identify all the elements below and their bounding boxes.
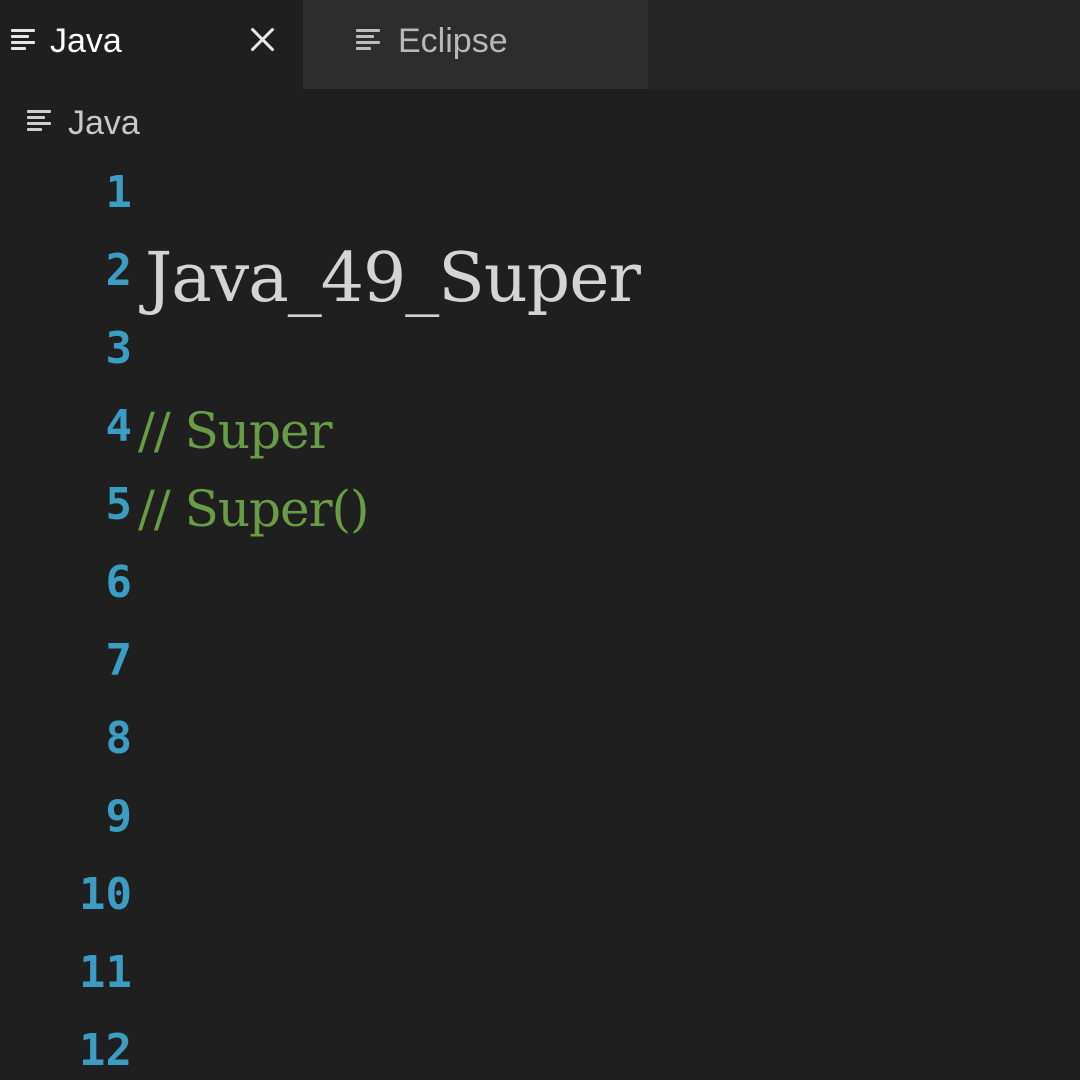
tab-eclipse[interactable]: Eclipse [303,0,648,89]
code-line: 4 // Super [0,389,1080,467]
line-number: 9 [105,791,133,842]
close-icon[interactable] [246,23,278,55]
breadcrumb-item[interactable]: Java [68,103,140,143]
code-line: 8 [0,701,1080,779]
line-number: 1 [105,167,133,218]
line-text: Java_49_Super [145,239,641,318]
line-number: 4 [105,401,133,452]
tab-java[interactable]: Java [0,0,303,89]
line-number: 7 [105,635,133,686]
code-line: 2 Java_49_Super [0,233,1080,318]
lines-icon [27,110,51,132]
line-number: 11 [79,947,132,998]
line-number: 3 [105,323,133,374]
code-line: 3 [0,311,1080,389]
code-line: 12 [0,1013,1080,1080]
lines-icon [356,29,380,51]
code-line: 9 [0,779,1080,857]
code-line: 5 // Super() [0,467,1080,545]
breadcrumb: Java [0,89,1080,159]
tab-label: Eclipse [398,22,508,60]
tab-label: Java [50,22,122,60]
line-number: 8 [105,713,133,764]
line-number: 10 [79,869,132,920]
comment-text: // Super [138,402,333,460]
line-number: 2 [105,245,133,296]
lines-icon [11,29,35,51]
line-number: 12 [79,1025,132,1076]
code-line: 11 [0,935,1080,1013]
code-line: 6 [0,545,1080,623]
code-line: 10 [0,857,1080,935]
code-line: 1 [0,155,1080,233]
comment-text: // Super() [138,480,370,538]
code-editor: Java Eclipse Java 1 2 Java_49_Super 3 4 … [0,0,1080,1080]
tab-bar: Java Eclipse [0,0,1080,89]
line-number: 5 [105,479,133,530]
code-line: 7 [0,623,1080,701]
line-number: 6 [105,557,133,608]
